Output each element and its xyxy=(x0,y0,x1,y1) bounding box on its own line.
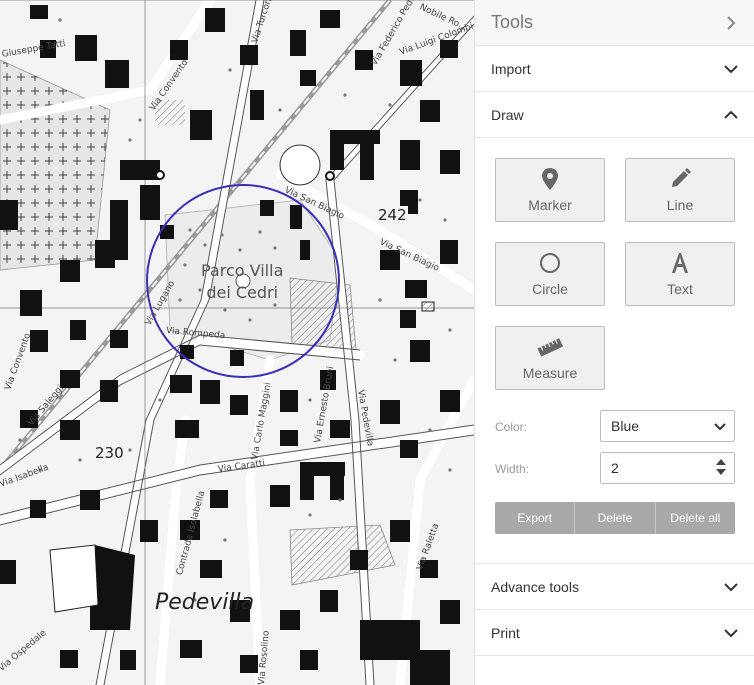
section-advance-label: Advance tools xyxy=(491,578,579,595)
map-pin-icon xyxy=(496,168,604,190)
delete-button[interactable]: Delete xyxy=(575,502,656,534)
circle-button[interactable]: Circle xyxy=(495,242,605,306)
circle-icon xyxy=(496,252,604,274)
text-label: Text xyxy=(667,281,693,297)
elevation-label: 242 xyxy=(377,206,408,224)
marker-button[interactable]: Marker xyxy=(495,158,605,222)
delete-all-button[interactable]: Delete all xyxy=(656,502,735,534)
section-advance-tools[interactable]: Advance tools xyxy=(475,564,754,610)
color-select[interactable]: Blue xyxy=(600,410,735,442)
circle-label: Circle xyxy=(532,281,568,297)
map-canvas[interactable] xyxy=(0,0,474,685)
measure-button[interactable]: Measure xyxy=(495,326,605,390)
width-input[interactable]: 2 xyxy=(600,452,735,484)
chevron-down-icon xyxy=(724,64,738,74)
measure-label: Measure xyxy=(522,365,578,381)
text-icon xyxy=(626,252,734,274)
chevron-down-icon xyxy=(714,418,726,434)
stepper-icon[interactable] xyxy=(716,458,726,479)
width-input-value: 2 xyxy=(611,460,619,476)
section-import[interactable]: Import xyxy=(475,46,754,92)
section-draw[interactable]: Draw xyxy=(475,92,754,138)
park-label: Parco Villa dei Cedri xyxy=(201,260,283,304)
section-draw-label: Draw xyxy=(491,106,524,123)
export-button[interactable]: Export xyxy=(495,502,576,534)
chevron-up-icon xyxy=(724,110,738,120)
color-label: Color: xyxy=(495,420,528,434)
map-view[interactable]: Parco Villa dei Cedri Pedevilla 242 230 … xyxy=(0,0,474,685)
park-label-line2: dei Cedri xyxy=(206,283,279,302)
chevron-down-icon xyxy=(724,582,738,592)
park-label-line1: Parco Villa xyxy=(201,261,284,280)
line-button[interactable]: Line xyxy=(625,158,735,222)
app: Parco Villa dei Cedri Pedevilla 242 230 … xyxy=(0,0,754,685)
chevron-right-icon[interactable] xyxy=(724,15,738,30)
section-print-label: Print xyxy=(491,624,520,641)
pencil-icon xyxy=(626,168,734,190)
line-label: Line xyxy=(666,197,694,213)
marker-label: Marker xyxy=(528,197,572,213)
chevron-down-icon xyxy=(724,628,738,638)
panel-header[interactable]: Tools xyxy=(475,0,754,46)
elevation-label: 230 xyxy=(94,444,125,462)
section-print[interactable]: Print xyxy=(475,610,754,656)
color-select-value: Blue xyxy=(611,418,640,434)
tools-panel: Tools Import Draw Marker Line Circle Tex… xyxy=(474,0,754,685)
panel-title: Tools xyxy=(491,12,534,32)
width-label: Width: xyxy=(495,462,530,476)
place-label: Pedevilla xyxy=(155,590,255,615)
ruler-icon xyxy=(496,336,604,358)
draw-body: Marker Line Circle Text Measure Color: B… xyxy=(475,138,754,564)
draw-actions: Export Delete Delete all xyxy=(495,502,735,534)
section-import-label: Import xyxy=(491,60,531,77)
text-button[interactable]: Text xyxy=(625,242,735,306)
